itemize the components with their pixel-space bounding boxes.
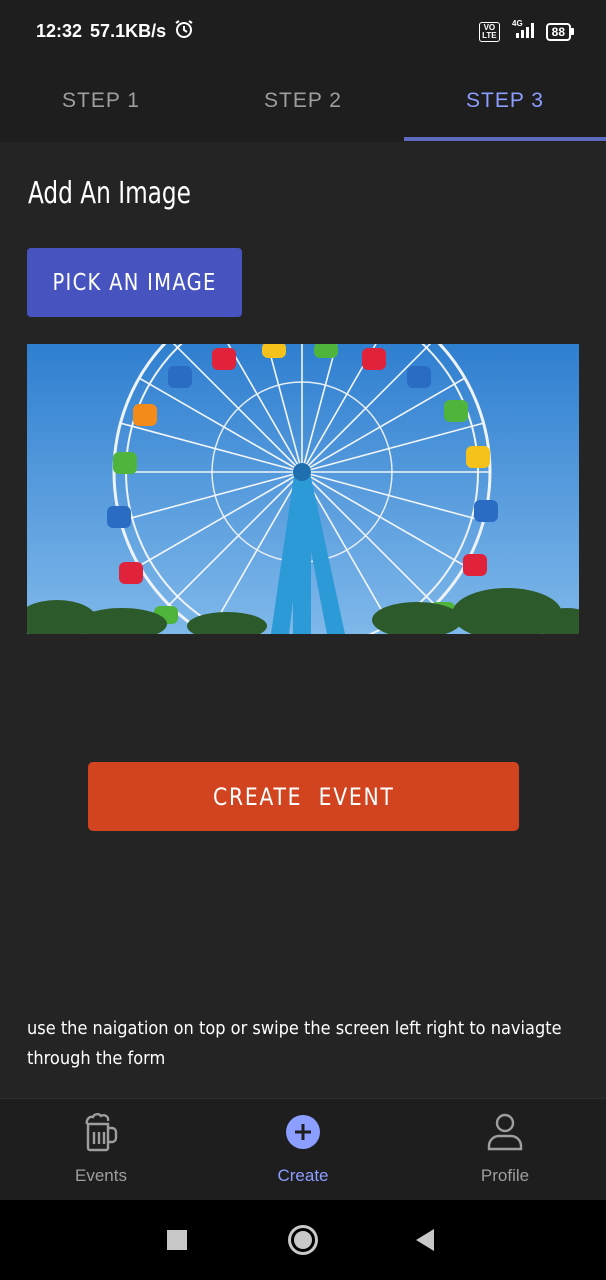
battery-level: 88 <box>545 22 571 41</box>
status-right: VO LTE 4G 88 <box>479 18 574 45</box>
create-event-label: CREATE EVENT <box>212 782 395 811</box>
plus-circle-icon <box>285 1112 321 1152</box>
volte-icon: VO LTE <box>479 21 500 42</box>
home-circle-icon <box>288 1225 318 1255</box>
signal-icon: 4G <box>508 18 538 45</box>
pick-image-button[interactable]: PICK AN IMAGE <box>27 248 242 317</box>
beer-mug-icon <box>82 1112 120 1152</box>
battery-icon: 88 <box>545 22 574 41</box>
image-preview <box>27 344 579 634</box>
home-button[interactable] <box>282 1200 324 1280</box>
tab-step-2[interactable]: STEP 2 <box>202 60 404 142</box>
create-event-button[interactable]: CREATE EVENT <box>88 762 519 831</box>
help-text: use the naigation on top or swipe the sc… <box>27 1018 562 1069</box>
status-speed: 57.1KB/s <box>90 21 167 41</box>
tab-indicator <box>404 137 606 141</box>
nav-events-label: Events <box>75 1166 127 1185</box>
back-button[interactable] <box>405 1200 445 1280</box>
tab-step-3[interactable]: STEP 3 <box>404 60 606 142</box>
status-left: 12:32 57.1KB/s <box>36 19 194 44</box>
back-triangle-icon <box>416 1229 434 1251</box>
status-bar: 12:32 57.1KB/s VO LTE 4G 88 <box>0 0 606 60</box>
bottom-nav: Events Create Profile <box>0 1098 606 1200</box>
svg-text:4G: 4G <box>512 19 523 28</box>
nav-events[interactable]: Events <box>0 1099 202 1201</box>
nav-profile[interactable]: Profile <box>404 1099 606 1201</box>
section-title: Add An Image <box>28 176 191 211</box>
tab-step-1[interactable]: STEP 1 <box>0 60 202 142</box>
step-tabs: STEP 1 STEP 2 STEP 3 <box>0 60 606 142</box>
nav-create-label: Create <box>277 1166 329 1185</box>
pick-image-label: PICK AN IMAGE <box>52 269 217 296</box>
ferris-wheel-image <box>27 344 579 634</box>
square-icon <box>167 1230 187 1250</box>
nav-create[interactable]: Create <box>202 1099 404 1201</box>
person-icon <box>486 1112 524 1152</box>
recents-button[interactable] <box>157 1200 197 1280</box>
alarm-icon <box>174 19 194 44</box>
status-time: 12:32 <box>36 21 83 41</box>
nav-profile-label: Profile <box>480 1166 530 1185</box>
system-nav-bar <box>0 1200 606 1280</box>
